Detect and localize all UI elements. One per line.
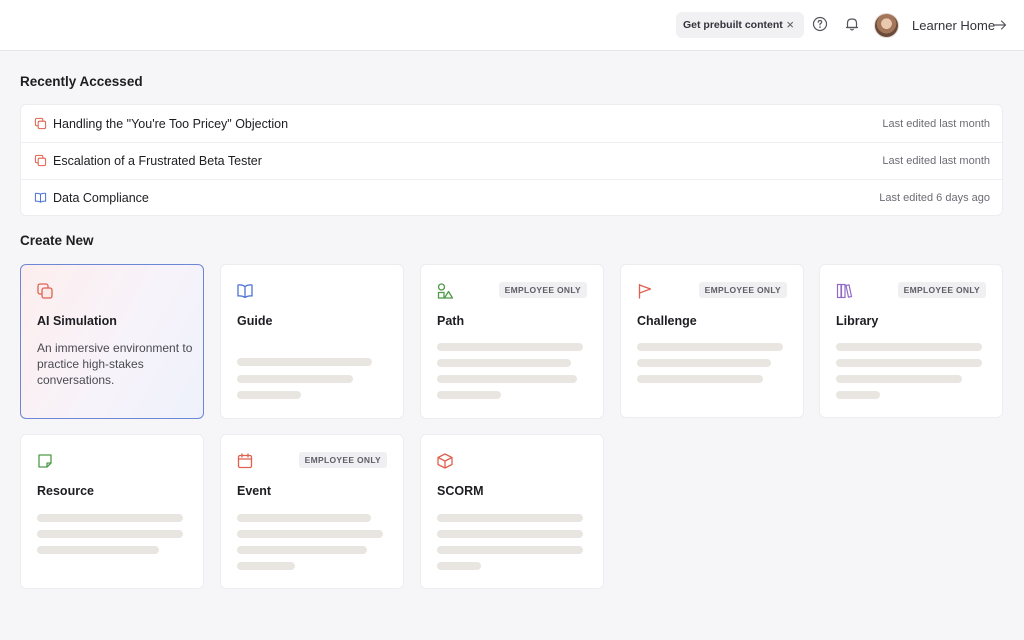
create-card-ai-simulation[interactable]: AI Simulation An immersive environment t… bbox=[20, 264, 204, 419]
ai-simulation-icon bbox=[37, 283, 53, 299]
list-item-meta: Last edited last month bbox=[882, 117, 990, 130]
employee-only-badge: EMPLOYEE ONLY bbox=[498, 282, 587, 298]
get-prebuilt-content-button[interactable]: Get prebuilt content × bbox=[676, 12, 804, 38]
skeleton-line bbox=[437, 562, 481, 570]
create-card-guide[interactable]: Guide bbox=[220, 264, 404, 419]
card-title: Resource bbox=[37, 484, 94, 498]
employee-only-badge: EMPLOYEE ONLY bbox=[897, 282, 986, 298]
create-card-library[interactable]: EMPLOYEE ONLY Library bbox=[819, 264, 1003, 418]
employee-only-badge: EMPLOYEE ONLY bbox=[698, 282, 787, 298]
ai-simulation-icon bbox=[34, 117, 47, 130]
shapes-icon bbox=[437, 283, 454, 299]
ai-simulation-icon bbox=[34, 154, 47, 167]
skeleton-line bbox=[836, 391, 880, 399]
package-icon bbox=[437, 453, 453, 469]
list-item-meta: Last edited 6 days ago bbox=[879, 191, 990, 204]
list-item[interactable]: Handling the "You're Too Pricey" Objecti… bbox=[21, 105, 1002, 142]
skeleton-line bbox=[437, 359, 571, 367]
skeleton-line bbox=[437, 530, 583, 538]
top-bar: Get prebuilt content × Learner Home bbox=[0, 0, 1024, 51]
skeleton-line bbox=[637, 359, 771, 367]
card-description: An immersive environment to practice hig… bbox=[37, 341, 193, 387]
create-card-path[interactable]: EMPLOYEE ONLY Path bbox=[420, 264, 604, 419]
skeleton-line bbox=[237, 391, 301, 399]
skeleton-line bbox=[836, 343, 982, 351]
flag-icon bbox=[638, 283, 652, 299]
recently-accessed-list: Handling the "You're Too Pricey" Objecti… bbox=[20, 104, 1003, 216]
list-item-title: Escalation of a Frustrated Beta Tester bbox=[53, 153, 262, 168]
skeleton-line bbox=[637, 375, 763, 383]
create-card-scorm[interactable]: SCORM bbox=[420, 434, 604, 589]
list-item-title: Data Compliance bbox=[53, 190, 149, 205]
skeleton-line bbox=[836, 375, 962, 383]
card-title: Event bbox=[237, 484, 272, 498]
close-icon[interactable]: × bbox=[786, 17, 794, 32]
book-icon bbox=[237, 284, 253, 299]
skeleton-line bbox=[237, 358, 372, 366]
skeleton-line bbox=[237, 514, 371, 522]
skeleton-line bbox=[237, 546, 367, 554]
skeleton-line bbox=[237, 562, 295, 570]
skeleton-line bbox=[37, 546, 159, 554]
card-title: Challenge bbox=[637, 314, 697, 328]
skeleton-line bbox=[437, 375, 577, 383]
calendar-icon bbox=[237, 453, 253, 469]
skeleton-line bbox=[37, 530, 183, 538]
books-icon bbox=[836, 283, 853, 299]
card-title: Guide bbox=[237, 314, 273, 328]
list-item-meta: Last edited last month bbox=[882, 154, 990, 167]
skeleton-line bbox=[437, 514, 583, 522]
create-card-challenge[interactable]: EMPLOYEE ONLY Challenge bbox=[620, 264, 804, 418]
skeleton-line bbox=[437, 546, 583, 554]
list-item[interactable]: Data Compliance Last edited 6 days ago bbox=[21, 179, 1002, 216]
avatar[interactable] bbox=[874, 13, 899, 38]
skeleton-line bbox=[37, 514, 183, 522]
card-title: SCORM bbox=[437, 484, 484, 498]
create-card-resource[interactable]: Resource bbox=[20, 434, 204, 589]
card-title: Path bbox=[437, 314, 465, 328]
skeleton-line bbox=[437, 391, 501, 399]
note-icon bbox=[38, 454, 52, 468]
create-card-event[interactable]: EMPLOYEE ONLY Event bbox=[220, 434, 404, 589]
help-icon[interactable] bbox=[811, 15, 829, 33]
prebuilt-label: Get prebuilt content bbox=[683, 19, 783, 31]
skeleton-line bbox=[437, 343, 583, 351]
guide-book-icon bbox=[34, 192, 47, 203]
skeleton-line bbox=[836, 359, 982, 367]
skeleton-line bbox=[237, 530, 383, 538]
arrow-right-icon[interactable] bbox=[992, 17, 1008, 33]
skeleton-line bbox=[237, 375, 353, 383]
recently-accessed-title: Recently Accessed bbox=[20, 74, 143, 89]
card-title: AI Simulation bbox=[37, 314, 117, 328]
list-item-title: Handling the "You're Too Pricey" Objecti… bbox=[53, 116, 289, 131]
bell-icon[interactable] bbox=[843, 15, 861, 33]
learner-home-link[interactable]: Learner Home bbox=[912, 18, 995, 33]
card-title: Library bbox=[836, 314, 879, 328]
create-new-title: Create New bbox=[20, 233, 94, 248]
list-item[interactable]: Escalation of a Frustrated Beta Tester L… bbox=[21, 142, 1002, 179]
employee-only-badge: EMPLOYEE ONLY bbox=[298, 452, 387, 468]
skeleton-line bbox=[637, 343, 783, 351]
